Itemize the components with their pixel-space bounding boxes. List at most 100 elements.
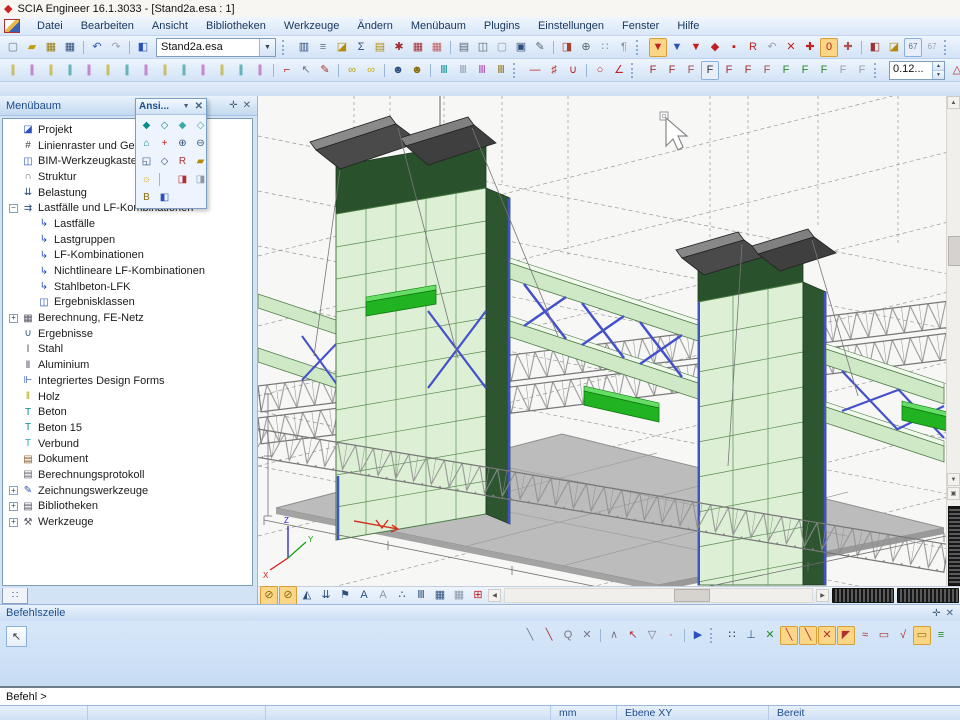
save-icon[interactable]: ▦ xyxy=(61,38,79,57)
expand-icon[interactable]: + xyxy=(9,502,18,511)
previous-case-icon[interactable]: ↶ xyxy=(763,38,781,57)
snap-dot-icon[interactable]: · xyxy=(662,626,680,645)
search-icon[interactable]: ⊕ xyxy=(577,38,595,57)
zoom-in-icon[interactable]: ⊕ xyxy=(174,135,191,152)
modify-icon[interactable]: ✎ xyxy=(316,61,334,80)
rotation-bar-2[interactable] xyxy=(897,588,959,603)
hinge-beam-icon[interactable]: F xyxy=(853,61,871,80)
close-icon[interactable]: ✕ xyxy=(243,100,251,111)
image-export-icon[interactable]: ◨ xyxy=(558,38,576,57)
hinge-line-icon[interactable]: F xyxy=(834,61,852,80)
close-icon[interactable]: ✕ xyxy=(195,101,203,112)
tree-item-projekt[interactable]: ◪Projekt xyxy=(3,122,252,138)
send-picture-icon[interactable]: ◪ xyxy=(885,38,903,57)
select-icon[interactable]: ↖ xyxy=(297,61,315,80)
tree-item-holz[interactable]: ‖Holz xyxy=(3,389,252,405)
tree-item-beton-15[interactable]: TBeton 15 xyxy=(3,420,252,436)
haunch-icon[interactable]: ∥ xyxy=(118,61,136,80)
weld-symbol-icon[interactable]: ∪ xyxy=(564,61,582,80)
deformation-scale-icon[interactable]: △ xyxy=(948,61,960,80)
tree-item-belastung[interactable]: ⇊Belastung xyxy=(3,185,252,201)
open-project-icon[interactable]: ▰ xyxy=(23,38,41,57)
hinge-fx-icon[interactable]: F xyxy=(663,61,681,80)
tree-item-zeichnungswerkzeuge[interactable]: +✎Zeichnungswerkzeuge xyxy=(3,483,252,499)
project-data-icon[interactable]: ▥ xyxy=(295,38,313,57)
snap-endpoint-icon[interactable]: ╲ xyxy=(780,626,798,645)
snap-cursor-icon[interactable]: ↖ xyxy=(624,626,642,645)
snap-arc-icon[interactable]: √ xyxy=(894,626,912,645)
export-icon[interactable]: ◪ xyxy=(333,38,351,57)
result-class-icon[interactable]: ▪ xyxy=(725,38,743,57)
track-cursor-icon[interactable]: ▶ xyxy=(689,626,707,645)
tree-item-berechnung-fe-netz[interactable]: +▦Berechnung, FE-Netz xyxy=(3,310,252,326)
pin-icon[interactable]: ✛ xyxy=(932,608,940,619)
save-all-icon[interactable]: ▦ xyxy=(42,38,60,57)
load-curve-icon[interactable]: R xyxy=(744,38,762,57)
show-mesh-icon[interactable]: ⊞ xyxy=(469,586,487,605)
clip-front-view-icon[interactable]: ◨ xyxy=(174,171,191,188)
show-members-icon[interactable]: Ⅲ xyxy=(412,586,430,605)
hinge-my-icon[interactable]: F xyxy=(720,61,738,80)
snap-cancel-icon[interactable]: ✕ xyxy=(578,626,596,645)
tree-item-aluminium[interactable]: ⅡAluminium xyxy=(3,357,252,373)
tree-item-lastfälle-und-lf-kombinationen[interactable]: −⇉Lastfälle und LF-Kombinationen xyxy=(3,200,252,216)
menu-item-plugins[interactable]: Plugins xyxy=(475,18,529,34)
hinge-nonlinear-icon[interactable]: F xyxy=(758,61,776,80)
menu-item-bibliotheken[interactable]: Bibliotheken xyxy=(197,18,275,34)
opening-icon[interactable]: ∥ xyxy=(80,61,98,80)
light-icon[interactable]: ☼ xyxy=(138,171,155,188)
deformation-scale-spinner[interactable]: 0.12... ▲▼ xyxy=(889,61,945,80)
menu-item-hilfe[interactable]: Hilfe xyxy=(668,18,708,34)
print-preview-icon[interactable]: ◫ xyxy=(474,38,492,57)
catalog-blocks2-icon[interactable]: ∞ xyxy=(362,61,380,80)
hinge-custom-icon[interactable]: F xyxy=(739,61,757,80)
project-manager-icon[interactable]: ◧ xyxy=(134,38,152,57)
tree-item-integriertes-design-forms[interactable]: ⊩Integriertes Design Forms xyxy=(3,373,252,389)
axes-view-icon[interactable]: + xyxy=(156,135,173,152)
scroll-right-icon[interactable]: ▶ xyxy=(816,589,829,602)
load-group-icon[interactable]: ▼ xyxy=(668,38,686,57)
catalog-blocks-icon[interactable]: ∞ xyxy=(343,61,361,80)
tree-item-nichtlineare-lf-kombinationen[interactable]: ↳Nichtlineare LF-Kombinationen xyxy=(3,263,252,279)
hinge-fz-icon[interactable]: F xyxy=(682,61,700,80)
snap-intersection-icon[interactable]: ✕ xyxy=(818,626,836,645)
expand-icon[interactable]: + xyxy=(9,518,18,527)
wizard-icon[interactable]: ☻ xyxy=(389,61,407,80)
tree-item-bibliotheken[interactable]: +▤Bibliotheken xyxy=(3,499,252,515)
table-results-icon[interactable]: ▦ xyxy=(409,38,427,57)
plate-member-icon[interactable]: ∥ xyxy=(42,61,60,80)
menu-item-einstellungen[interactable]: Einstellungen xyxy=(529,18,613,34)
render-mode-icon[interactable]: ◭ xyxy=(298,586,316,605)
new-project-icon[interactable]: ▢ xyxy=(4,38,22,57)
delete-case-icon[interactable]: ✕ xyxy=(782,38,800,57)
numbering-on-icon[interactable]: 67 xyxy=(904,38,922,57)
rib-icon[interactable]: ∥ xyxy=(99,61,117,80)
tree-item-verbund[interactable]: TVerbund xyxy=(3,436,252,452)
tendon-icon[interactable]: ∥ xyxy=(175,61,193,80)
dimension-grid-icon[interactable]: ♯ xyxy=(545,61,563,80)
column-member-icon[interactable]: ∥ xyxy=(23,61,41,80)
ortho-mode-icon[interactable]: ⊥ xyxy=(742,626,760,645)
document-window-icon[interactable] xyxy=(4,19,20,33)
menu-item-ansicht[interactable]: Ansicht xyxy=(143,18,197,34)
show-labels-icon[interactable]: A xyxy=(355,586,373,605)
point-info-icon[interactable]: ∷ xyxy=(596,38,614,57)
engineering-report-icon[interactable]: ✎ xyxy=(531,38,549,57)
clip-back-icon[interactable]: ⊘ xyxy=(279,586,297,605)
zoom-window-icon[interactable]: ◱ xyxy=(138,153,155,170)
chevron-down-icon[interactable]: ▼ xyxy=(183,103,190,110)
show-nodes-icon[interactable]: ∴ xyxy=(393,586,411,605)
beam-member-icon[interactable]: ∥ xyxy=(4,61,22,80)
tree-item-lastfälle[interactable]: ↳Lastfälle xyxy=(3,216,252,232)
scroll-down-icon[interactable]: ▼ xyxy=(947,473,960,486)
hinge-spring-icon[interactable]: F xyxy=(796,61,814,80)
wall-member-icon[interactable]: ∥ xyxy=(61,61,79,80)
show-loads-icon[interactable]: ⇊ xyxy=(317,586,335,605)
undo-icon[interactable]: ↶ xyxy=(88,38,106,57)
workspace-tab-icon[interactable]: ∷ xyxy=(2,588,28,604)
render-settings-icon[interactable]: ◧ xyxy=(156,189,173,206)
tree-item-ergebnisklassen[interactable]: ◫Ergebnisklassen xyxy=(3,295,252,311)
clip-back-view-icon[interactable]: ◨ xyxy=(192,171,209,188)
collapse-icon[interactable]: − xyxy=(9,204,18,213)
polyline-icon[interactable]: ⌐ xyxy=(278,61,296,80)
